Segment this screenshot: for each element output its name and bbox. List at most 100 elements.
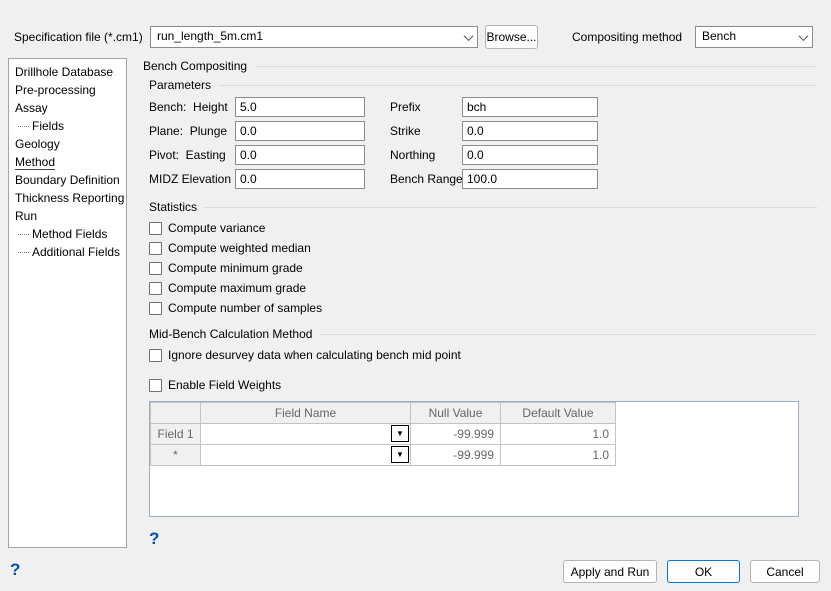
mid-bench-section: Mid-Bench Calculation Method Ignore desu… [149, 326, 817, 365]
pivot-easting-input[interactable] [235, 145, 365, 165]
plane-plunge-label: Plane: Plunge [149, 124, 235, 138]
corner-header-cell [151, 403, 201, 424]
prefix-label: Prefix [390, 100, 462, 114]
field-name-cell[interactable]: ▼ [201, 424, 411, 445]
compute-variance-checkbox[interactable] [149, 222, 162, 235]
sidebar-item-assay[interactable]: Assay [15, 99, 126, 117]
navigation-tree: Drillhole Database Pre-processing Assay … [8, 58, 127, 548]
parameters-group-header: Parameters [149, 77, 817, 93]
param-row-midz: MIDZ Elevation Bench Range [149, 167, 817, 191]
strike-label: Strike [390, 124, 462, 138]
specification-file-label: Specification file (*.cm1) [14, 30, 143, 44]
top-bar: Specification file (*.cm1) run_length_5m… [0, 0, 831, 56]
table-row: Field 1 ▼ -99.999 1.0 [151, 424, 616, 445]
ignore-desurvey-checkbox[interactable] [149, 349, 162, 362]
checkbox-row-compute-weighted-median[interactable]: Compute weighted median [149, 238, 817, 258]
midz-elevation-input[interactable] [235, 169, 365, 189]
bench-height-label: Bench: Height [149, 100, 235, 114]
null-value-cell[interactable]: -99.999 [411, 445, 501, 466]
field-weights-section: Enable Field Weights [149, 375, 817, 395]
default-value-cell[interactable]: 1.0 [501, 424, 616, 445]
sidebar-item-geology[interactable]: Geology [15, 135, 126, 153]
compute-minimum-grade-checkbox[interactable] [149, 262, 162, 275]
northing-label: Northing [390, 148, 462, 162]
compute-maximum-grade-label: Compute maximum grade [168, 281, 306, 295]
sidebar-item-additional-fields[interactable]: Additional Fields [15, 243, 126, 261]
parameters-section: Parameters Bench: Height Prefix Plane: P… [149, 77, 817, 191]
specification-file-combobox[interactable]: run_length_5m.cm1 [150, 26, 478, 48]
dropdown-arrow-icon: ▼ [396, 430, 404, 438]
sidebar-item-fields[interactable]: Fields [15, 117, 126, 135]
chevron-down-icon [794, 27, 812, 47]
bench-range-input[interactable] [462, 169, 598, 189]
ok-button[interactable]: OK [667, 560, 740, 583]
sidebar-item-drillhole-database[interactable]: Drillhole Database [15, 63, 126, 81]
compute-weighted-median-checkbox[interactable] [149, 242, 162, 255]
ignore-desurvey-label: Ignore desurvey data when calculating be… [168, 348, 461, 362]
sidebar-item-pre-processing[interactable]: Pre-processing [15, 81, 126, 99]
field-weights-grid-container: Field Name Null Value Default Value Fiel… [149, 401, 799, 517]
sidebar-item-method-fields[interactable]: Method Fields [15, 225, 126, 243]
pivot-easting-label: Pivot: Easting [149, 148, 235, 162]
checkbox-row-enable-field-weights[interactable]: Enable Field Weights [149, 375, 817, 395]
compute-number-of-samples-label: Compute number of samples [168, 301, 322, 315]
enable-field-weights-checkbox[interactable] [149, 379, 162, 392]
sidebar-item-method[interactable]: Method [15, 153, 126, 171]
help-icon[interactable]: ? [10, 560, 20, 580]
param-row-pivot: Pivot: Easting Northing [149, 143, 817, 167]
dropdown-arrow-icon: ▼ [396, 451, 404, 459]
sidebar-item-thickness-reporting[interactable]: Thickness Reporting [15, 189, 126, 207]
field-name-dropdown-button[interactable]: ▼ [391, 425, 409, 442]
compute-maximum-grade-checkbox[interactable] [149, 282, 162, 295]
bench-compositing-panel: Bench Compositing Parameters Bench: Heig… [137, 58, 817, 550]
northing-input[interactable] [462, 145, 598, 165]
specification-file-value: run_length_5m.cm1 [151, 27, 459, 47]
row-header-asterisk[interactable]: * [151, 445, 201, 466]
checkbox-row-compute-variance[interactable]: Compute variance [149, 218, 817, 238]
row-header-field-1[interactable]: Field 1 [151, 424, 201, 445]
bench-compositing-group-header: Bench Compositing [143, 58, 817, 74]
statistics-group-header: Statistics [149, 199, 817, 215]
sidebar-item-boundary-definition[interactable]: Boundary Definition [15, 171, 126, 189]
bench-compositing-title: Bench Compositing [143, 59, 247, 73]
field-name-cell[interactable]: ▼ [201, 445, 411, 466]
enable-field-weights-label: Enable Field Weights [168, 378, 281, 392]
column-header-null-value: Null Value [411, 403, 501, 424]
compute-weighted-median-label: Compute weighted median [168, 241, 311, 255]
param-row-plane: Plane: Plunge Strike [149, 119, 817, 143]
mid-bench-group-header: Mid-Bench Calculation Method [149, 326, 817, 342]
mid-bench-title: Mid-Bench Calculation Method [149, 327, 312, 341]
compositing-method-value: Bench [696, 27, 794, 47]
bench-height-input[interactable] [235, 97, 365, 117]
default-value-cell[interactable]: 1.0 [501, 445, 616, 466]
column-header-field-name: Field Name [201, 403, 411, 424]
param-row-bench: Bench: Height Prefix [149, 95, 817, 119]
plane-plunge-input[interactable] [235, 121, 365, 141]
apply-and-run-button[interactable]: Apply and Run [563, 560, 657, 583]
browse-button[interactable]: Browse... [485, 25, 538, 49]
statistics-section: Statistics Compute variance Compute weig… [149, 199, 817, 318]
prefix-input[interactable] [462, 97, 598, 117]
compositing-method-combobox[interactable]: Bench [695, 26, 813, 48]
sidebar-item-run[interactable]: Run [15, 207, 126, 225]
checkbox-row-ignore-desurvey[interactable]: Ignore desurvey data when calculating be… [149, 345, 817, 365]
compositing-method-label: Compositing method [572, 30, 682, 44]
strike-input[interactable] [462, 121, 598, 141]
table-row: * ▼ -99.999 1.0 [151, 445, 616, 466]
table-header-row: Field Name Null Value Default Value [151, 403, 616, 424]
field-weights-table: Field Name Null Value Default Value Fiel… [150, 402, 616, 466]
null-value-cell[interactable]: -99.999 [411, 424, 501, 445]
statistics-title: Statistics [149, 200, 197, 214]
parameters-title: Parameters [149, 78, 211, 92]
checkbox-row-compute-maximum-grade[interactable]: Compute maximum grade [149, 278, 817, 298]
checkbox-row-compute-number-of-samples[interactable]: Compute number of samples [149, 298, 817, 318]
chevron-down-icon [459, 27, 477, 47]
field-name-dropdown-button[interactable]: ▼ [391, 446, 409, 463]
help-icon[interactable]: ? [149, 529, 159, 549]
cancel-button[interactable]: Cancel [750, 560, 820, 583]
compute-minimum-grade-label: Compute minimum grade [168, 261, 303, 275]
midz-elevation-label: MIDZ Elevation [149, 172, 235, 186]
column-header-default-value: Default Value [501, 403, 616, 424]
compute-number-of-samples-checkbox[interactable] [149, 302, 162, 315]
checkbox-row-compute-minimum-grade[interactable]: Compute minimum grade [149, 258, 817, 278]
